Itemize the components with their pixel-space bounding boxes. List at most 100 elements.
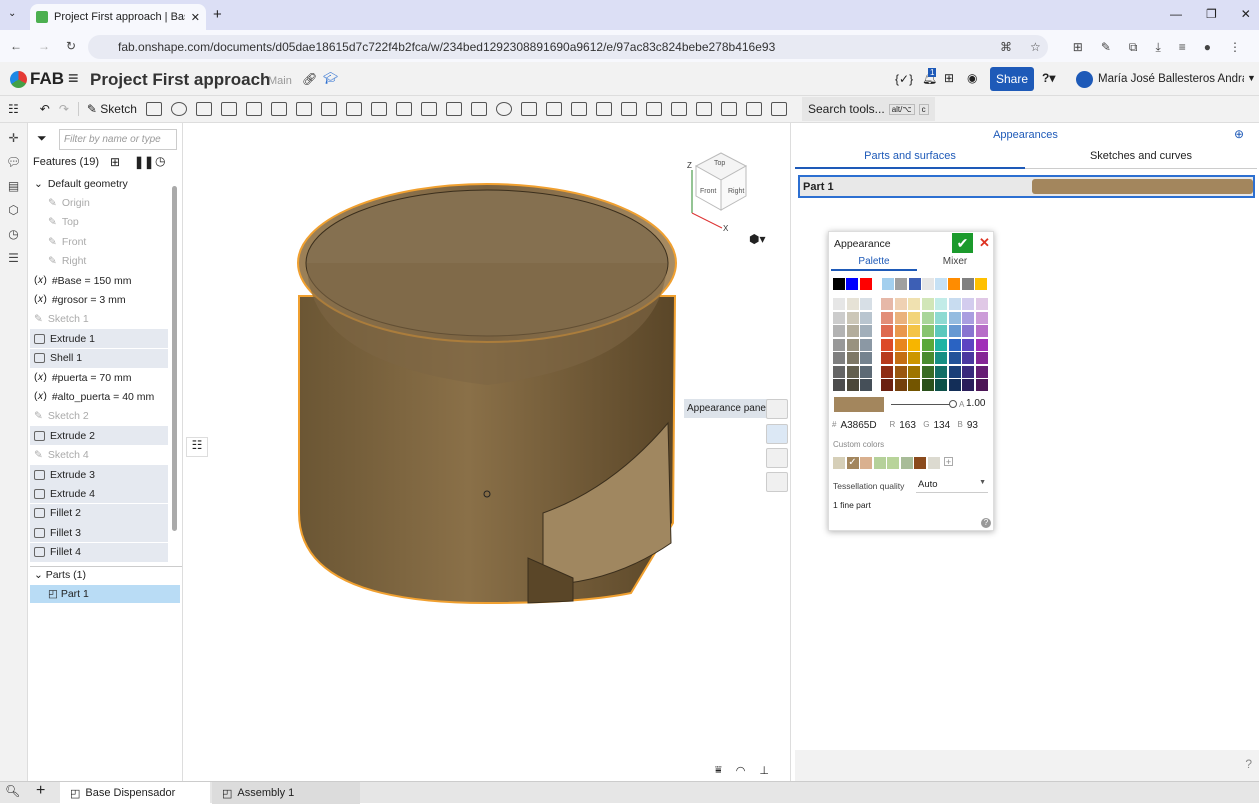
color-swatch[interactable] xyxy=(975,325,988,337)
feature-item[interactable]: ⌄ Default geometry xyxy=(30,174,168,193)
color-swatch[interactable] xyxy=(859,278,872,290)
alpha-slider-handle[interactable] xyxy=(949,400,957,408)
accept-button[interactable]: ✔ xyxy=(952,233,973,253)
feature-item[interactable]: ✎ Sketch 1 xyxy=(30,310,168,329)
color-swatch[interactable] xyxy=(935,352,947,364)
color-swatch[interactable] xyxy=(961,278,974,290)
viewcube-top[interactable]: Top xyxy=(714,160,725,167)
tab-mixer[interactable]: Mixer xyxy=(917,256,993,267)
color-swatch[interactable] xyxy=(894,365,907,378)
media-icon[interactable]: ≡ xyxy=(1179,40,1186,55)
parts-icon[interactable]: ⬡ xyxy=(8,203,18,217)
move-face-icon[interactable] xyxy=(645,102,662,116)
frame-icon[interactable] xyxy=(745,102,762,116)
parts-header[interactable]: ⌄ Parts (1) xyxy=(34,569,86,581)
modify-fillet-icon[interactable] xyxy=(595,102,612,116)
viewcube-front[interactable]: Front xyxy=(700,188,716,195)
color-swatch[interactable] xyxy=(975,352,988,364)
draft-icon[interactable] xyxy=(320,102,337,116)
feature-item[interactable]: (𝑥) #alto_puerta = 40 mm xyxy=(30,387,168,406)
color-swatch[interactable] xyxy=(894,352,907,364)
part-appearance-row[interactable]: Part 1 xyxy=(798,175,1255,198)
add-appearance-icon[interactable]: ⊕ xyxy=(1234,127,1244,141)
help-icon[interactable]: ?▾ xyxy=(1042,71,1055,85)
filter-icon[interactable]: ⏷ xyxy=(37,131,47,146)
tab-palette[interactable]: Palette xyxy=(831,256,917,271)
profile-icon[interactable]: ● xyxy=(1204,40,1211,55)
sheet-metal-icon[interactable] xyxy=(720,102,737,116)
custom-color-swatch[interactable] xyxy=(927,457,940,469)
cancel-button[interactable]: ✕ xyxy=(979,235,990,251)
restore-icon[interactable]: ❐ xyxy=(1206,7,1217,21)
thicken-icon[interactable] xyxy=(245,102,262,116)
pattern-icon[interactable] xyxy=(445,102,462,116)
pen-icon[interactable]: ✎ xyxy=(1101,40,1111,55)
color-swatch[interactable] xyxy=(908,298,920,310)
user-menu-caret-icon[interactable]: ▼ xyxy=(1247,73,1256,83)
b-input[interactable]: 93 xyxy=(967,420,978,431)
color-swatch[interactable] xyxy=(921,311,934,324)
color-swatch[interactable] xyxy=(962,298,974,310)
history-icon[interactable]: ◷ xyxy=(8,227,18,241)
color-swatch[interactable] xyxy=(881,325,893,337)
color-swatch[interactable] xyxy=(921,278,934,290)
color-swatch[interactable] xyxy=(962,311,974,324)
feature-list-scrollbar[interactable] xyxy=(172,186,177,531)
hole-icon[interactable] xyxy=(395,102,412,116)
translate-icon[interactable]: ⌘ xyxy=(1000,40,1012,55)
learning-icon[interactable]: ◉ xyxy=(967,71,977,85)
color-swatch[interactable] xyxy=(908,338,920,351)
feature-item[interactable]: Extrude 1 xyxy=(30,329,168,349)
color-swatch[interactable] xyxy=(935,338,947,351)
url-input[interactable]: fab.onshape.com/documents/d05dae18615d7c… xyxy=(88,35,1048,59)
feature-item[interactable]: Extrude 3 xyxy=(30,465,168,484)
gray-swatch[interactable] xyxy=(860,379,872,391)
close-tab-icon[interactable]: ✕ xyxy=(191,11,200,24)
color-swatch[interactable] xyxy=(975,298,988,310)
viewcube-right[interactable]: Right xyxy=(728,188,744,195)
feature-item[interactable]: Extrude 4 xyxy=(30,484,168,504)
gray-swatch[interactable] xyxy=(860,325,872,337)
download-icon[interactable]: ⤓ xyxy=(1155,40,1160,55)
puzzle-icon[interactable]: ⧉ xyxy=(1129,40,1138,55)
gray-swatch[interactable] xyxy=(860,338,872,351)
color-swatch[interactable] xyxy=(894,338,907,351)
feature-panel-toggle-icon[interactable]: ☷ xyxy=(186,437,208,457)
color-swatch[interactable] xyxy=(975,338,988,351)
tab-parts-and-surfaces[interactable]: Parts and surfaces xyxy=(795,150,1025,169)
measure-icon[interactable]: ⊥ xyxy=(759,764,769,777)
color-swatch[interactable] xyxy=(881,298,893,310)
part-color-swatch[interactable] xyxy=(1032,179,1253,194)
custom-color-swatch[interactable] xyxy=(873,457,886,469)
color-swatch[interactable] xyxy=(962,325,974,337)
view-cube[interactable]: Top Front Right Z X xyxy=(676,138,766,238)
tab-search-icon[interactable]: ⌄ xyxy=(8,8,16,19)
chamfer-icon[interactable] xyxy=(295,102,312,116)
color-swatch[interactable] xyxy=(921,352,934,364)
display-states-icon[interactable]: ⩸ xyxy=(715,764,722,777)
color-swatch[interactable] xyxy=(846,278,859,290)
gray-swatch[interactable] xyxy=(846,379,859,391)
forward-icon[interactable]: → xyxy=(38,39,50,53)
color-swatch[interactable] xyxy=(881,365,893,378)
custom-color-swatch[interactable] xyxy=(887,457,899,469)
add-tab-button[interactable]: + xyxy=(36,782,45,800)
color-swatch[interactable] xyxy=(948,311,961,324)
extension-icon[interactable]: ⊞ xyxy=(1073,40,1083,55)
parts-panel-icon[interactable] xyxy=(766,424,788,444)
tab-base-dispensador[interactable]: ◰ Base Dispensador xyxy=(60,782,210,804)
custom-color-swatch[interactable] xyxy=(833,457,845,469)
color-swatch[interactable] xyxy=(921,298,934,310)
color-swatch[interactable] xyxy=(921,325,934,337)
color-swatch[interactable] xyxy=(962,379,974,391)
share-button[interactable]: Share xyxy=(990,67,1034,91)
feature-item[interactable]: Fillet 3 xyxy=(30,523,168,543)
chevron-down-icon[interactable]: ⌄ xyxy=(34,178,43,190)
feature-item[interactable]: Fillet 4 xyxy=(30,542,168,562)
gray-swatch[interactable] xyxy=(833,338,845,351)
gray-swatch[interactable] xyxy=(846,338,859,351)
gray-swatch[interactable] xyxy=(833,365,845,378)
feature-item[interactable]: (𝑥) #grosor = 3 mm xyxy=(30,290,168,309)
revolve-icon[interactable] xyxy=(170,102,187,116)
color-swatch[interactable] xyxy=(962,338,974,351)
